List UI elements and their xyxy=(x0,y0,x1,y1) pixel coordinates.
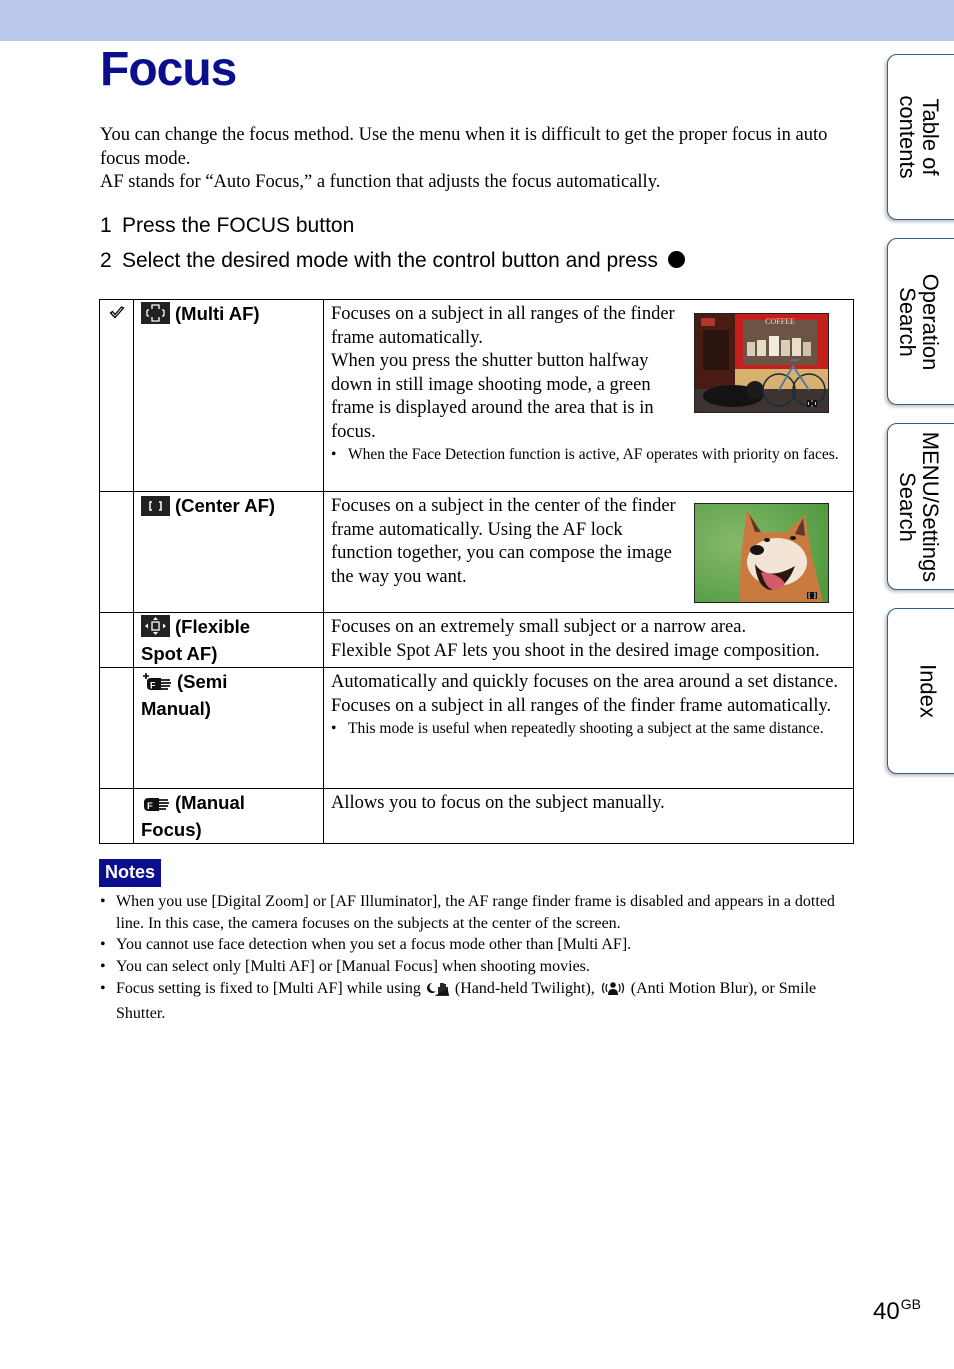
step-number: 2 xyxy=(100,249,112,272)
side-tab-operation-search[interactable]: Operation Search xyxy=(887,238,954,405)
default-cell xyxy=(99,612,134,668)
default-check-icon xyxy=(109,306,125,325)
step-text: Select the desired mode with the control… xyxy=(122,249,658,272)
note-text: (Hand-held Twilight), xyxy=(454,979,595,997)
mode-name-cell: F (Semi Manual) xyxy=(133,667,324,789)
side-tab-label: Table of contents xyxy=(895,95,943,179)
table-row-flexible-spot-af: (Flexible Spot AF) Focuses on an extreme… xyxy=(99,612,854,668)
mode-name-cell: (Center AF) xyxy=(133,491,324,613)
mode-description: Automatically and quickly focuses on the… xyxy=(331,672,839,716)
mode-name: (Center AF) xyxy=(175,495,276,516)
mode-description: Focuses on a subject in the center of th… xyxy=(331,496,676,587)
side-tab-index[interactable]: Index xyxy=(887,608,954,774)
side-tab-table-of-contents[interactable]: Table of contents xyxy=(887,54,954,220)
note-item: Focus setting is fixed to [Multi AF] whi… xyxy=(99,978,854,1024)
mode-description-cell: Focuses on a subject in the center of th… xyxy=(323,491,854,613)
mode-name-cell: (Multi AF) xyxy=(133,299,324,492)
page-number: 40GB xyxy=(873,1290,921,1326)
side-tab-label: Index xyxy=(915,664,941,718)
mode-name: Manual) xyxy=(141,698,211,719)
intro-paragraph: You can change the focus method. Use the… xyxy=(100,125,828,169)
page-title: Focus xyxy=(100,43,237,96)
step-1: 1 Press the FOCUS button xyxy=(100,213,354,239)
flexible-spot-af-icon xyxy=(141,615,170,642)
focus-mode-table: (Multi AF) Focuses on a subject in all r… xyxy=(99,299,854,844)
description-text: Flexible Spot AF lets you shoot in the d… xyxy=(331,640,820,661)
step-number: 1 xyxy=(100,214,112,237)
table-row-center-af: (Center AF) Focuses on a subject in the … xyxy=(99,491,854,613)
mode-name-cell: F (Manual Focus) xyxy=(133,788,324,844)
description-text: Focuses on a subject in all ranges of th… xyxy=(331,304,675,348)
mode-description-cell: Focuses on a subject in all ranges of th… xyxy=(323,299,854,492)
description-text: Focuses on an extremely small subject or… xyxy=(331,617,747,637)
header-band xyxy=(0,0,954,41)
default-cell xyxy=(99,299,134,492)
mode-name: Spot AF) xyxy=(141,643,218,664)
default-cell xyxy=(99,788,134,844)
note-text: Focus setting is fixed to [Multi AF] whi… xyxy=(116,979,421,997)
table-row-multi-af: (Multi AF) Focuses on a subject in all r… xyxy=(99,299,854,492)
table-row-manual-focus: F (Manual Focus) Allows you to focus on … xyxy=(99,788,854,844)
default-cell xyxy=(99,491,134,613)
hand-held-twilight-icon xyxy=(426,980,449,1003)
photo-sign: COFFEE xyxy=(765,317,795,326)
svg-text:F: F xyxy=(147,801,153,812)
notes-label: Notes xyxy=(99,859,162,887)
note-item: You cannot use face detection when you s… xyxy=(99,934,854,956)
page-number-suffix: GB xyxy=(900,1296,921,1312)
description-text: When you press the shutter button halfwa… xyxy=(331,351,654,442)
side-tab-menu-settings-search[interactable]: MENU/Settings Search xyxy=(887,423,954,590)
note-item: You can select only [Multi AF] or [Manua… xyxy=(99,956,854,978)
side-tab-label: MENU/Settings Search xyxy=(895,431,943,582)
filled-circle-button-icon xyxy=(667,251,685,268)
step-2: 2 Select the desired mode with the contro… xyxy=(100,248,685,274)
mode-description: Allows you to focus on the subject manua… xyxy=(331,793,665,813)
mode-description: Focuses on an extremely small subject or… xyxy=(331,616,845,663)
side-tab-label: Operation Search xyxy=(895,273,943,370)
intro-text: You can change the focus method. Use the… xyxy=(100,124,850,195)
mode-note: This mode is useful when repeatedly shoo… xyxy=(331,718,845,740)
step-text: Press the FOCUS button xyxy=(122,214,355,237)
mode-note: When the Face Detection function is acti… xyxy=(331,444,845,466)
mode-name: (Flexible xyxy=(175,616,251,637)
multi-af-icon xyxy=(141,302,170,329)
mode-name: (Multi AF) xyxy=(175,303,260,324)
manual-focus-icon: F xyxy=(141,793,170,818)
mode-name: (Semi xyxy=(177,671,228,692)
mode-name-cell: (Flexible Spot AF) xyxy=(133,612,324,668)
mode-description-cell: Allows you to focus on the subject manua… xyxy=(323,788,854,844)
center-af-icon xyxy=(141,496,170,521)
shiba-dog-photo xyxy=(694,503,829,603)
mode-name: Focus) xyxy=(141,819,202,840)
page-number-value: 40 xyxy=(873,1298,900,1325)
semi-manual-focus-icon: F xyxy=(141,670,172,697)
coffee-shop-bicycle-dog-photo: COFFEE xyxy=(694,313,829,413)
default-cell xyxy=(99,667,134,789)
table-row-semi-manual: F (Semi Manual) Automatically and quickl… xyxy=(99,667,854,789)
svg-text:F: F xyxy=(150,681,156,691)
mode-description-cell: Focuses on an extremely small subject or… xyxy=(323,612,854,668)
notes-list: When you use [Digital Zoom] or [AF Illum… xyxy=(99,891,854,1024)
mode-description: Focuses on a subject in all ranges of th… xyxy=(331,303,681,444)
intro-paragraph: AF stands for “Auto Focus,” a function t… xyxy=(100,172,661,192)
mode-description-cell: Automatically and quickly focuses on the… xyxy=(323,667,854,789)
note-item: When you use [Digital Zoom] or [AF Illum… xyxy=(99,891,854,934)
anti-motion-blur-icon xyxy=(601,980,625,1003)
mode-name: (Manual xyxy=(175,792,245,813)
